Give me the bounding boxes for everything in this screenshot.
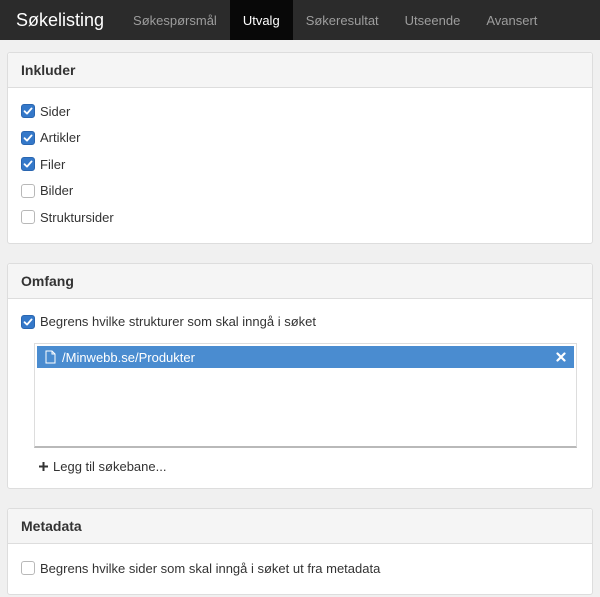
checkbox-sider[interactable] [21,104,35,119]
include-panel: Inkluder Sider Artikler Filer Bilder Str… [7,52,593,244]
checkbox-restrict-metadata[interactable] [21,561,35,576]
tab-sokeresultat[interactable]: Søkeresultat [293,0,392,40]
scope-restrict-option[interactable]: Begrens hvilke strukturer som skal inngå… [21,309,579,336]
include-option-bilder[interactable]: Bilder [21,178,579,205]
include-panel-title: Inkluder [8,53,592,88]
top-navbar: Søkelisting Søkespørsmål Utvalg Søkeresu… [0,0,600,40]
metadata-panel: Metadata Begrens hvilke sider som skal i… [7,508,593,595]
close-icon[interactable] [556,352,566,362]
add-search-path-button[interactable]: Legg til søkebane... [38,458,579,474]
search-path-list[interactable]: /Minwebb.se/Produkter [34,343,577,448]
tab-utseende[interactable]: Utseende [392,0,474,40]
checkbox-filer[interactable] [21,157,35,172]
checkbox-restrict-structures[interactable] [21,314,35,329]
restrict-structures-label: Begrens hvilke strukturer som skal inngå… [40,314,316,330]
option-label: Artikler [40,130,81,146]
metadata-panel-title: Metadata [8,509,592,544]
add-search-path-label: Legg til søkebane... [53,458,167,474]
include-option-sider[interactable]: Sider [21,98,579,125]
plus-icon [38,461,49,472]
restrict-metadata-label: Begrens hvilke sider som skal inngå i sø… [40,560,381,576]
scope-panel-body: Begrens hvilke strukturer som skal inngå… [8,299,592,489]
metadata-panel-body: Begrens hvilke sider som skal inngå i sø… [8,544,592,594]
checkbox-bilder[interactable] [21,183,35,198]
option-label: Filer [40,156,66,172]
scope-panel: Omfang Begrens hvilke strukturer som ska… [7,262,593,489]
option-label: Sider [40,103,71,119]
include-option-struktursider[interactable]: Struktursider [21,204,579,231]
check-icon [23,160,33,168]
tab-sokesporsmal[interactable]: Søkespørsmål [120,0,230,40]
checkbox-artikler[interactable] [21,130,35,145]
include-option-filer[interactable]: Filer [21,151,579,178]
check-icon [23,107,33,115]
app-title: Søkelisting [16,9,105,30]
include-option-artikler[interactable]: Artikler [21,125,579,152]
search-path-text: /Minwebb.se/Produkter [62,349,195,365]
scope-panel-title: Omfang [8,263,592,299]
check-icon [23,318,33,326]
metadata-restrict-option[interactable]: Begrens hvilke sider som skal inngå i sø… [21,555,579,582]
check-icon [23,134,33,142]
search-path-item[interactable]: /Minwebb.se/Produkter [37,346,574,368]
option-label: Struktursider [40,209,114,225]
tab-utvalg[interactable]: Utvalg [229,0,293,40]
option-label: Bilder [40,183,74,199]
file-icon [45,350,56,364]
checkbox-struktursider[interactable] [21,210,35,225]
main-content: Inkluder Sider Artikler Filer Bilder Str… [0,40,600,595]
include-panel-body: Sider Artikler Filer Bilder Strukturside… [8,88,592,243]
tab-avansert[interactable]: Avansert [473,0,550,40]
